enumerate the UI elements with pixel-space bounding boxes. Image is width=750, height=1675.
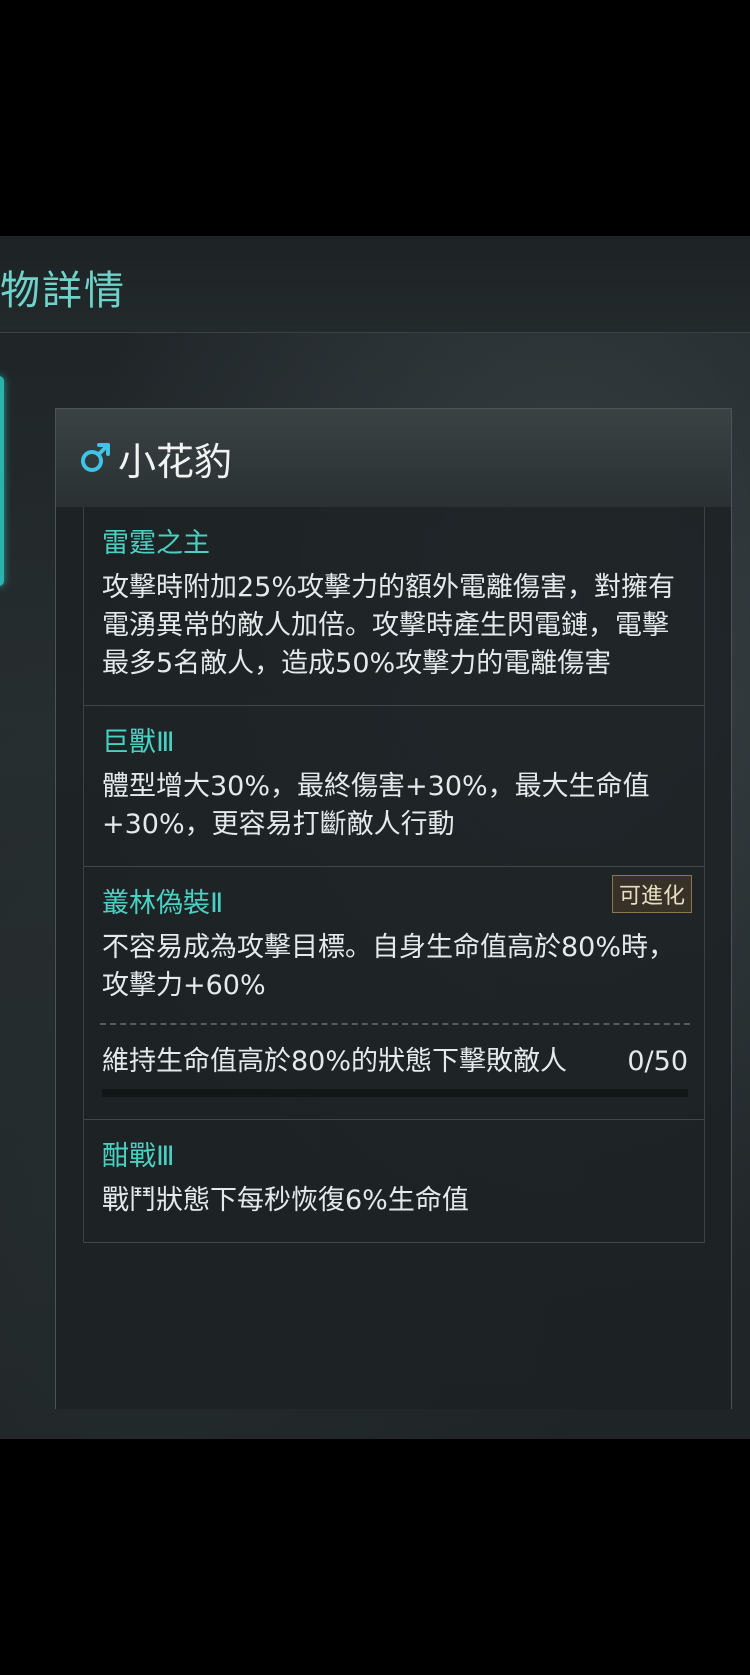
side-panel-edge[interactable] xyxy=(0,376,4,586)
skill-item[interactable]: 雷霆之主 攻擊時附加25%攻擊力的額外電離傷害，對擁有電湧異常的敵人加倍。攻擊時… xyxy=(84,507,704,706)
male-symbol-icon xyxy=(81,443,110,472)
evolve-task-count: 0/50 xyxy=(627,1046,688,1077)
skill-item[interactable]: 巨獸Ⅲ 體型增大30%，最終傷害+30%，最大生命值+30%，更容易打斷敵人行動 xyxy=(84,706,704,867)
skill-title: 巨獸Ⅲ xyxy=(102,727,175,758)
skill-description: 不容易成為攻擊目標。自身生命值高於80%時，攻擊力+60% xyxy=(102,932,676,1001)
evolve-progress-bar xyxy=(102,1089,688,1097)
pet-details-view: 物詳情 小花豹 雷霆之主 攻擊時附加25%攻擊力的額外電離傷害，對擁有電湧異常的… xyxy=(0,236,750,1439)
header-bar: 物詳情 xyxy=(0,236,750,333)
skill-title: 酣戰Ⅲ xyxy=(102,1141,175,1172)
skill-item[interactable]: 可進化 叢林偽裝Ⅱ 不容易成為攻擊目標。自身生命值高於80%時，攻擊力+60% … xyxy=(84,867,704,1120)
card-header: 小花豹 xyxy=(56,409,731,507)
skill-description: 體型增大30%，最終傷害+30%，最大生命值+30%，更容易打斷敵人行動 xyxy=(102,771,650,840)
skill-item[interactable]: 酣戰Ⅲ 戰鬥狀態下每秒恢復6%生命值 xyxy=(84,1120,704,1243)
page-title: 物詳情 xyxy=(0,268,126,314)
skill-title: 雷霆之主 xyxy=(102,528,210,559)
skill-list: 雷霆之主 攻擊時附加25%攻擊力的額外電離傷害，對擁有電湧異常的敵人加倍。攻擊時… xyxy=(83,507,705,1243)
dashed-divider xyxy=(100,1023,690,1025)
skill-description: 戰鬥狀態下每秒恢復6%生命值 xyxy=(102,1185,469,1216)
pet-name: 小花豹 xyxy=(118,440,233,484)
screen: 物詳情 小花豹 雷霆之主 攻擊時附加25%攻擊力的額外電離傷害，對擁有電湧異常的… xyxy=(0,0,750,1675)
pet-detail-card: 小花豹 雷霆之主 攻擊時附加25%攻擊力的額外電離傷害，對擁有電湧異常的敵人加倍… xyxy=(55,408,732,1409)
skill-description: 攻擊時附加25%攻擊力的額外電離傷害，對擁有電湧異常的敵人加倍。攻擊時產生閃電鏈… xyxy=(102,572,676,679)
evolvable-badge[interactable]: 可進化 xyxy=(611,875,692,913)
evolve-task: 維持生命值高於80%的狀態下擊敗敵人 0/50 xyxy=(102,1043,688,1081)
evolve-task-text: 維持生命值高於80%的狀態下擊敗敵人 xyxy=(102,1046,568,1077)
skill-title: 叢林偽裝Ⅱ xyxy=(102,888,224,919)
